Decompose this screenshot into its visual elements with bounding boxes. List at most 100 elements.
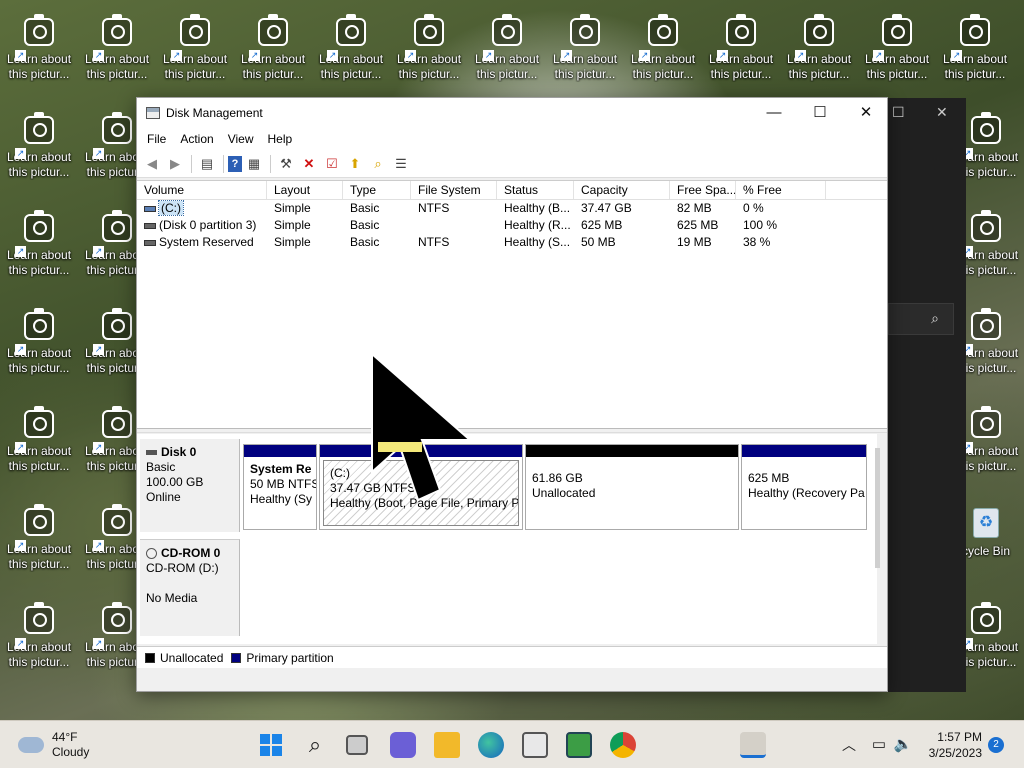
- toolbar: ◀ ▶ ▤ ? ▦ ⚒ ✕ ☑ ⬆ ⌕ ☰: [137, 150, 887, 178]
- menu-view[interactable]: View: [221, 132, 261, 146]
- column-header[interactable]: Layout: [267, 181, 343, 199]
- desktop-icon-camera[interactable]: ↗ Learn about this pictur...: [3, 206, 75, 296]
- desktop-icon-camera[interactable]: ↗ Learn about this pictur...: [939, 10, 1011, 100]
- delete-icon[interactable]: ✕: [298, 154, 320, 174]
- menu-action[interactable]: Action: [173, 132, 220, 146]
- desktop-icon-camera[interactable]: ↗ Learn about this pictur...: [3, 108, 75, 198]
- cursor-highlight: [378, 442, 422, 452]
- export-icon[interactable]: ⬆: [344, 154, 366, 174]
- shortcut-arrow-icon: ↗: [327, 50, 338, 61]
- camera-icon: [971, 406, 1001, 438]
- desktop-icon-camera[interactable]: ↗ Learn about this pictur...: [3, 304, 75, 394]
- volume-name: (Disk 0 partition 3): [159, 218, 257, 232]
- network-icon[interactable]: ▭: [866, 732, 892, 758]
- file-explorer-icon[interactable]: [434, 732, 460, 758]
- edge-browser-icon[interactable]: [478, 732, 504, 758]
- menu-help[interactable]: Help: [261, 132, 300, 146]
- forward-icon[interactable]: ▶: [164, 154, 186, 174]
- menu-file[interactable]: File: [140, 132, 173, 146]
- clock[interactable]: 1:57 PM 3/25/2023: [914, 729, 982, 761]
- disk-management-taskbar-icon[interactable]: [740, 732, 766, 758]
- camera-icon: [24, 14, 54, 46]
- shortcut-arrow-icon: ↗: [93, 344, 104, 355]
- help-icon[interactable]: ?: [228, 155, 242, 172]
- task-view-icon[interactable]: [346, 735, 368, 755]
- disk-label[interactable]: Disk 0 Basic 100.00 GB Online: [140, 439, 240, 532]
- search-folder-icon[interactable]: ⌕: [367, 154, 389, 174]
- search-box[interactable]: ⌕: [888, 303, 954, 335]
- disk-icon: [146, 450, 157, 456]
- desktop-icon-camera[interactable]: ↗ Learn about this pictur...: [393, 10, 465, 100]
- back-icon[interactable]: ◀: [141, 154, 163, 174]
- shortcut-arrow-icon: ↗: [93, 442, 104, 453]
- partition-system-reserved[interactable]: System Re 50 MB NTFS Healthy (Sy: [243, 444, 317, 530]
- volume-icon[interactable]: 🔈: [890, 732, 916, 758]
- desktop-icon-camera[interactable]: ↗ Learn about this pictur...: [159, 10, 231, 100]
- connect-disk-icon[interactable]: ⚒: [275, 154, 297, 174]
- partition-unallocated[interactable]: 61.86 GB Unallocated: [525, 444, 739, 530]
- search-icon[interactable]: ⌕: [302, 732, 328, 758]
- table-row[interactable]: System Reserved Simple Basic NTFS Health…: [137, 234, 887, 251]
- partition-status: Healthy (Recovery Pa: [748, 486, 865, 500]
- minimize-button[interactable]: —: [751, 98, 797, 128]
- search-icon: ⌕: [931, 310, 939, 326]
- table-row[interactable]: (C:) Simple Basic NTFS Healthy (B... 37.…: [137, 200, 887, 217]
- list-view-icon[interactable]: ☰: [390, 154, 412, 174]
- chrome-browser-icon[interactable]: [610, 732, 636, 758]
- close-icon[interactable]: ✕: [936, 104, 948, 121]
- close-button[interactable]: ✕: [843, 98, 889, 128]
- weather-description: Cloudy: [52, 745, 90, 759]
- shortcut-arrow-icon: ↗: [15, 148, 26, 159]
- check-icon[interactable]: ☑: [321, 154, 343, 174]
- desktop-icon-camera[interactable]: ↗ Learn about this pictur...: [315, 10, 387, 100]
- desktop-icon-camera[interactable]: ↗ Learn about this pictur...: [549, 10, 621, 100]
- column-header[interactable]: Free Spa...: [670, 181, 736, 199]
- background-window[interactable]: ☐ ✕ ⌕: [888, 98, 966, 692]
- chevron-up-icon[interactable]: ︿: [836, 732, 862, 758]
- table-cell: Basic: [350, 201, 380, 215]
- teams-chat-icon[interactable]: [390, 732, 416, 758]
- partition-bar: [526, 445, 738, 457]
- partition-recovery[interactable]: 625 MB Healthy (Recovery Pa: [741, 444, 867, 530]
- cdrom-label[interactable]: CD-ROM 0 CD-ROM (D:) No Media: [140, 539, 240, 636]
- pane-splitter[interactable]: [137, 428, 887, 433]
- desktop-icon-camera[interactable]: ↗ Learn about this pictur...: [81, 10, 153, 100]
- desktop-icon-camera[interactable]: ↗ Learn about this pictur...: [3, 500, 75, 590]
- column-header[interactable]: Capacity: [574, 181, 670, 199]
- desktop-icon-camera[interactable]: ↗ Learn about this pictur...: [861, 10, 933, 100]
- maximize-icon[interactable]: ☐: [892, 104, 905, 121]
- volume-cell: System Reserved: [137, 234, 267, 251]
- desktop-icon-camera[interactable]: ↗ Learn about this pictur...: [705, 10, 777, 100]
- start-icon[interactable]: [258, 732, 284, 758]
- column-header[interactable]: % Free: [736, 181, 826, 199]
- desktop-icon-camera[interactable]: ↗ Learn about this pictur...: [627, 10, 699, 100]
- notification-badge[interactable]: 2: [988, 737, 1004, 753]
- properties-icon[interactable]: ▦: [243, 154, 265, 174]
- volume-cell: (Disk 0 partition 3): [137, 217, 267, 234]
- maximize-button[interactable]: ☐: [797, 98, 843, 128]
- disk-state: Online: [146, 490, 181, 504]
- start-tile: [260, 746, 270, 756]
- table-cell: Simple: [274, 218, 311, 232]
- desktop-icon-camera[interactable]: ↗ Learn about this pictur...: [3, 598, 75, 688]
- store-icon[interactable]: [522, 732, 548, 758]
- weather-widget[interactable]: 44°F Cloudy: [18, 730, 89, 760]
- desktop-icon-camera[interactable]: ↗ Learn about this pictur...: [237, 10, 309, 100]
- desktop-icon-camera[interactable]: ↗ Learn about this pictur...: [3, 10, 75, 100]
- table-row[interactable]: (Disk 0 partition 3) Simple Basic Health…: [137, 217, 887, 234]
- desktop-icon-camera[interactable]: ↗ Learn about this pictur...: [783, 10, 855, 100]
- column-header[interactable]: File System: [411, 181, 497, 199]
- desktop-icon-camera[interactable]: ↗ Learn about this pictur...: [3, 402, 75, 492]
- desktop-icon-camera[interactable]: ↗ Learn about this pictur...: [471, 10, 543, 100]
- shortcut-arrow-icon: ↗: [15, 540, 26, 551]
- scrollbar[interactable]: [875, 448, 880, 568]
- notepad-chart-icon[interactable]: [566, 732, 592, 758]
- column-header[interactable]: Status: [497, 181, 574, 199]
- disk-management-window[interactable]: Disk Management — ☐ ✕ File Action View H…: [136, 97, 888, 692]
- title-bar[interactable]: Disk Management — ☐ ✕: [137, 98, 887, 128]
- legend-label: Primary partition: [246, 650, 334, 665]
- show-hide-console-icon[interactable]: ▤: [196, 154, 218, 174]
- column-header[interactable]: Volume: [137, 181, 267, 199]
- recycle-bin-icon: ♻: [973, 508, 999, 538]
- column-header[interactable]: Type: [343, 181, 411, 199]
